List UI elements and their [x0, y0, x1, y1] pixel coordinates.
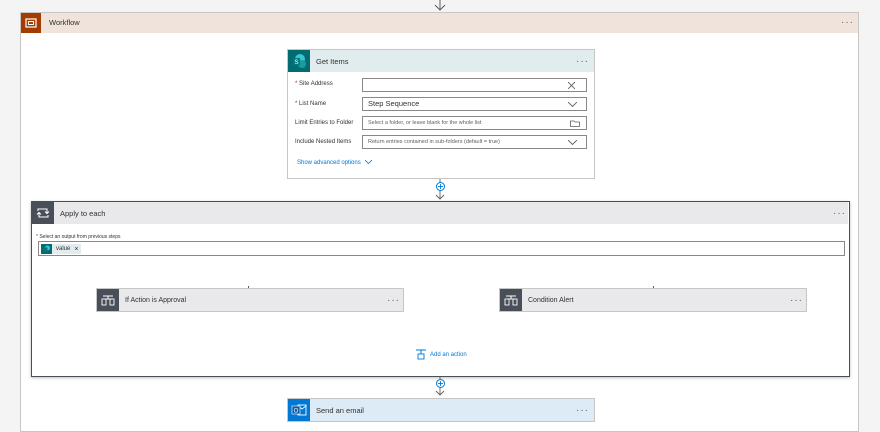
- loop-icon: [32, 202, 54, 224]
- apply-to-each-header[interactable]: Apply to each ···: [32, 202, 848, 224]
- insert-step-button[interactable]: [436, 379, 445, 388]
- chevron-down-icon: [568, 140, 577, 145]
- branch-more-button[interactable]: ···: [387, 296, 400, 306]
- folder-picker-field[interactable]: Select a folder, or leave blank for the …: [362, 116, 587, 130]
- branch-more-button[interactable]: ···: [790, 296, 803, 306]
- include-nested-label: Include Nested Items: [295, 139, 352, 145]
- site-address-label: * Site Address: [295, 81, 333, 87]
- show-advanced-options-link[interactable]: Show advanced options: [297, 160, 373, 166]
- token-remove-button[interactable]: ×: [74, 246, 78, 253]
- send-email-title: Send an email: [316, 406, 364, 415]
- condition-alert-card[interactable]: Condition Alert ···: [499, 288, 807, 312]
- scope-icon: [21, 13, 41, 33]
- folder-icon[interactable]: [570, 120, 580, 127]
- branch-title: Condition Alert: [528, 297, 574, 304]
- send-email-header[interactable]: O Send an email ···: [288, 399, 594, 421]
- plus-icon: [438, 184, 443, 189]
- limit-entries-label: Limit Entries to Folder: [295, 120, 354, 126]
- list-name-dropdown[interactable]: Step Sequence: [362, 97, 587, 111]
- workflow-more-button[interactable]: ···: [841, 18, 854, 28]
- condition-icon: [97, 289, 119, 311]
- condition-icon: [500, 289, 522, 311]
- get-items-more-button[interactable]: ···: [576, 57, 589, 67]
- branch-title: If Action is Approval: [125, 297, 187, 304]
- include-nested-dropdown[interactable]: Return entries contained in sub-folders …: [362, 135, 587, 149]
- add-action-button[interactable]: Add an action: [415, 349, 467, 360]
- list-name-label: * List Name: [295, 101, 327, 107]
- apply-to-each-title: Apply to each: [60, 209, 106, 218]
- send-email-card[interactable]: O Send an email ···: [287, 398, 595, 422]
- clear-icon[interactable]: [568, 82, 575, 89]
- apply-to-each-more-button[interactable]: ···: [833, 209, 846, 219]
- sharepoint-icon: S: [288, 50, 310, 72]
- chevron-down-icon: [365, 160, 373, 165]
- plus-icon: [438, 381, 443, 386]
- chevron-down-icon: [568, 102, 577, 107]
- select-output-label: * Select an output from previous steps: [36, 234, 121, 240]
- token-label: value: [56, 246, 71, 252]
- sharepoint-icon: [41, 244, 52, 254]
- outlook-icon: O: [288, 399, 310, 421]
- workflow-title: Workflow: [49, 18, 80, 27]
- get-items-card: S Get Items ··· * Site Address * List Na…: [287, 49, 595, 179]
- get-items-title: Get Items: [316, 57, 349, 66]
- apply-to-each-card: Apply to each ··· * Select an output fro…: [31, 201, 850, 377]
- select-output-field[interactable]: value ×: [38, 241, 845, 256]
- if-action-is-approval-card[interactable]: If Action is Approval ···: [96, 288, 404, 312]
- add-action-icon: [416, 349, 426, 360]
- workflow-header[interactable]: Workflow ···: [21, 13, 858, 33]
- value-token[interactable]: value ×: [41, 244, 82, 254]
- top-connector: [433, 0, 447, 12]
- get-items-header[interactable]: S Get Items ···: [288, 50, 594, 72]
- insert-step-button[interactable]: [436, 182, 445, 191]
- svg-text:O: O: [294, 409, 299, 415]
- site-address-field[interactable]: [362, 78, 587, 92]
- send-email-more-button[interactable]: ···: [576, 406, 589, 416]
- svg-text:S: S: [294, 60, 298, 66]
